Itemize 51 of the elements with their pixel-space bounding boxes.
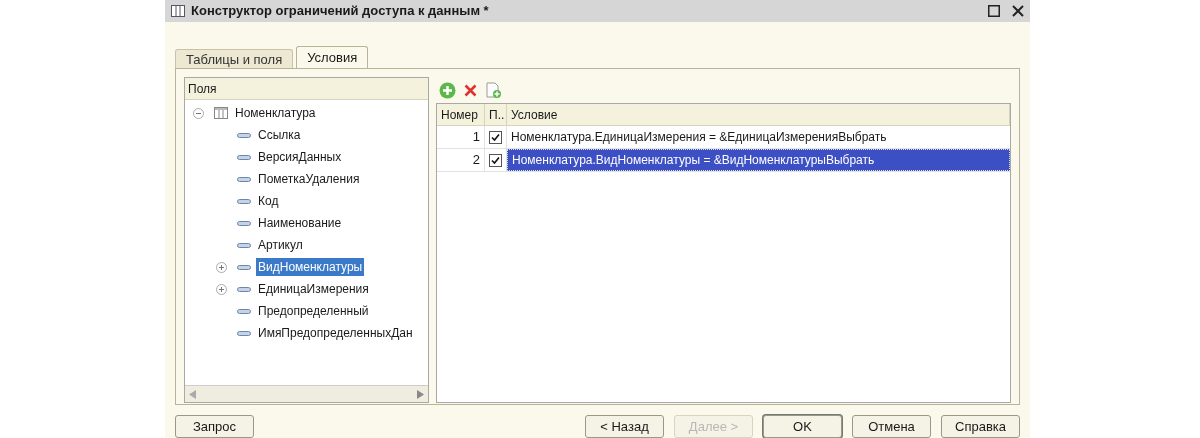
column-header[interactable]: Номер [437, 104, 485, 126]
checkbox[interactable] [489, 130, 502, 144]
table-cell: 2 [437, 149, 485, 172]
tree-item[interactable]: ВерсияДанных [256, 148, 344, 167]
dialog-button[interactable]: Справка [941, 415, 1020, 438]
scroll-right-icon[interactable] [417, 389, 424, 399]
tree-item[interactable]: ВидНоменклатуры [256, 258, 365, 277]
field-icon [237, 154, 251, 160]
field-icon [237, 242, 251, 248]
tree-item[interactable]: Наименование [256, 214, 344, 233]
field-icon [237, 176, 251, 182]
expand-icon[interactable] [215, 283, 227, 295]
panel-header: Поля [185, 78, 428, 101]
field-icon [237, 286, 251, 292]
tree-item[interactable]: ЕдиницаИзмерения [256, 280, 371, 299]
column-header[interactable]: П.. [485, 104, 507, 126]
expand-icon[interactable] [215, 261, 227, 273]
close-icon[interactable] [1012, 5, 1024, 17]
tab[interactable]: Таблицы и поля [175, 49, 294, 69]
column-header[interactable]: Условие [507, 104, 1010, 126]
tab[interactable]: Условия [296, 46, 369, 69]
field-icon [237, 198, 251, 204]
table-cell[interactable]: Номенклатура.ВидНоменклатуры = &ВидНоменклатурыВыбрать [507, 149, 1010, 172]
delete-icon[interactable] [464, 83, 477, 97]
tree-item[interactable]: ПометкаУдаления [256, 170, 362, 189]
tree-item[interactable]: Предопределенный [256, 302, 371, 321]
field-icon [237, 308, 251, 314]
horizontal-scrollbar[interactable] [185, 385, 428, 402]
field-icon [237, 220, 251, 226]
dialog-button[interactable]: OK [763, 415, 842, 438]
tree-item[interactable]: Артикул [256, 236, 305, 255]
checkbox[interactable] [489, 153, 502, 167]
table-cell[interactable]: Номенклатура.ЕдиницаИзмерения = &ЕдиницаИзмеренияВыбрать [507, 126, 1010, 149]
add-document-icon[interactable] [485, 81, 502, 99]
field-icon [237, 330, 251, 336]
dialog-button[interactable]: Отмена [852, 415, 931, 438]
dialog-button[interactable]: Запрос [175, 415, 254, 438]
tree-item[interactable]: ИмяПредопределенныхДан [256, 324, 415, 343]
tree-item[interactable]: Номенклатура [233, 104, 318, 123]
table-icon [214, 107, 228, 120]
tree-item[interactable]: Код [256, 192, 281, 211]
dialog-button[interactable]: < Назад [585, 415, 664, 438]
maximize-icon[interactable] [988, 5, 1000, 17]
field-icon [237, 132, 251, 138]
field-icon [237, 264, 251, 270]
collapse-icon[interactable] [192, 107, 204, 119]
window-title: Конструктор ограничений доступа к данным * [191, 2, 489, 21]
tree-item[interactable]: Ссылка [256, 126, 303, 145]
window-icon [171, 5, 185, 17]
add-icon[interactable] [439, 81, 456, 99]
table-cell: 1 [437, 126, 485, 149]
